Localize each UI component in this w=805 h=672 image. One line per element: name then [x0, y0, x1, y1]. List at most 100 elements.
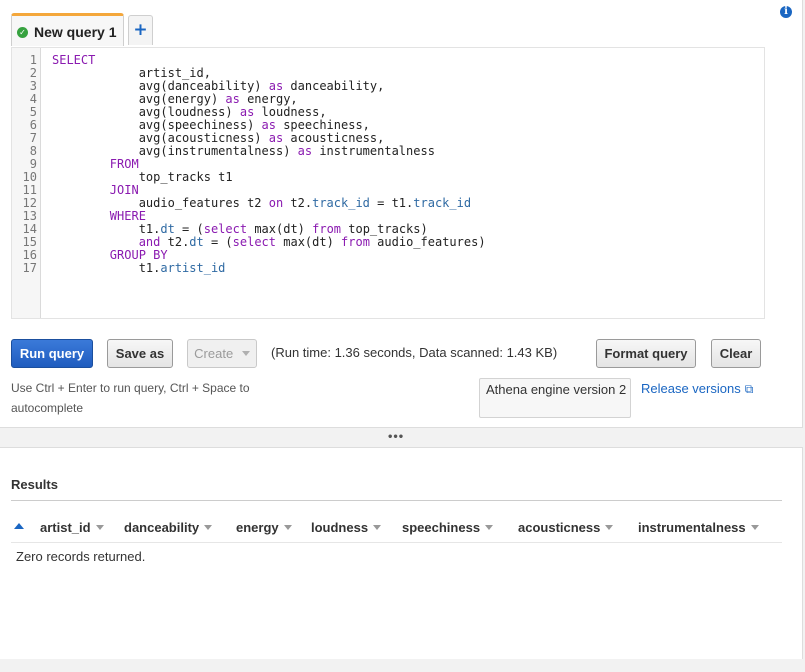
column-header-acousticness[interactable]: acousticness — [518, 520, 614, 535]
sql-text: speechiness, — [275, 118, 370, 132]
column-header-danceability[interactable]: danceability — [124, 520, 213, 535]
sql-text: avg(speechiness) — [52, 118, 262, 132]
save-as-button[interactable]: Save as — [107, 339, 173, 368]
clear-button[interactable]: Clear — [711, 339, 761, 368]
column-header-speechiness[interactable]: speechiness — [402, 520, 494, 535]
sql-text: avg(danceability) — [52, 79, 269, 93]
sql-text: top_tracks t1 — [52, 170, 233, 184]
sql-text: t2. — [283, 196, 313, 210]
sql-keyword: on — [268, 196, 284, 210]
sql-text: avg(loudness) — [52, 105, 240, 119]
query-editor-panel: i ✓ New query 1 + 1 2 3 4 5 6 7 8 9 10 11 12 13 14 15 1… — [0, 0, 803, 428]
sql-text: audio_features) — [369, 235, 486, 249]
sql-keyword: from — [341, 235, 370, 249]
chevron-down-icon — [750, 525, 759, 530]
header-divider — [11, 542, 782, 543]
chevron-down-icon — [241, 351, 250, 356]
sql-keyword: and — [138, 235, 161, 249]
sql-identifier: dt — [189, 235, 204, 249]
sql-identifier: track_id — [413, 196, 472, 210]
sql-text: = t1. — [369, 196, 414, 210]
chevron-down-icon — [485, 525, 494, 530]
run-query-button[interactable]: Run query — [11, 339, 93, 368]
sql-keyword: from — [312, 222, 342, 236]
column-label: loudness — [311, 520, 369, 535]
sql-text: max(dt) — [276, 235, 342, 249]
format-query-button[interactable]: Format query — [596, 339, 696, 368]
chevron-down-icon — [373, 525, 382, 530]
tab-label: New query 1 — [34, 24, 117, 40]
line-number: 17 — [22, 261, 37, 275]
external-link-icon: ⧉ — [744, 382, 754, 396]
sql-text: avg(instrumentalness) — [52, 144, 298, 158]
sql-text: danceability, — [283, 79, 385, 93]
run-stats: (Run time: 1.36 seconds, Data scanned: 1… — [271, 345, 558, 360]
sql-text: t1. — [52, 261, 161, 275]
column-label: danceability — [124, 520, 200, 535]
sql-keyword: as — [268, 131, 284, 145]
keyboard-hint: Use Ctrl + Enter to run query, Ctrl + Sp… — [11, 381, 250, 415]
column-label: instrumentalness — [638, 520, 746, 535]
column-header-energy[interactable]: energy — [236, 520, 292, 535]
sql-keyword: as — [225, 92, 240, 106]
release-versions-label: Release versions — [641, 381, 741, 396]
sql-text: = ( — [203, 235, 233, 249]
sql-text: artist_id, — [52, 66, 211, 80]
resize-handle[interactable]: ••• — [387, 432, 404, 443]
chevron-down-icon — [204, 525, 213, 530]
sql-editor[interactable]: 1 2 3 4 5 6 7 8 9 10 11 12 13 14 15 16 17 SELECT artist_… — [11, 47, 765, 319]
column-label: acousticness — [518, 520, 601, 535]
check-circle-icon: ✓ — [17, 27, 28, 38]
sql-keyword: select — [232, 235, 277, 249]
sql-text: t2. — [160, 235, 190, 249]
engine-version-badge: Athena engine version 2 — [479, 378, 631, 418]
sql-text: energy, — [239, 92, 298, 106]
code-line: t1.artist_id — [52, 261, 226, 275]
info-icon[interactable]: i — [780, 6, 792, 18]
sql-text: instrumentalness — [312, 144, 435, 158]
sql-keyword: FROM — [109, 157, 139, 171]
add-tab-button[interactable]: + — [128, 15, 153, 45]
sql-keyword: as — [261, 118, 276, 132]
column-header-artist-id[interactable]: artist_id — [40, 520, 104, 535]
sql-identifier: track_id — [312, 196, 370, 210]
sql-keyword: as — [239, 105, 255, 119]
chevron-down-icon — [95, 525, 104, 530]
sql-text: acousticness, — [283, 131, 385, 145]
column-header-loudness[interactable]: loudness — [311, 520, 382, 535]
release-versions-link[interactable]: Release versions ⧉ — [641, 381, 753, 397]
sql-text: avg(acousticness) — [52, 131, 269, 145]
sql-keyword: GROUP BY — [109, 248, 168, 262]
column-label: energy — [236, 520, 279, 535]
results-panel: Results artist_id danceability energy lo… — [0, 447, 803, 659]
sql-keyword: as — [297, 144, 313, 158]
results-title: Results — [11, 477, 58, 492]
sql-text: avg(energy) — [52, 92, 226, 106]
create-dropdown-button[interactable]: Create — [187, 339, 257, 368]
sql-text: = ( — [174, 222, 204, 236]
column-label: artist_id — [40, 520, 91, 535]
empty-results-message: Zero records returned. — [16, 549, 146, 564]
sql-text: t1. — [52, 222, 161, 236]
tab-new-query-1[interactable]: ✓ New query 1 — [11, 13, 124, 46]
sql-text: audio_features t2 — [52, 196, 269, 210]
sql-text: max(dt) — [247, 222, 313, 236]
chevron-down-icon — [283, 525, 292, 530]
line-number-gutter: 1 2 3 4 5 6 7 8 9 10 11 12 13 14 15 16 17 — [12, 48, 41, 318]
create-label: Create — [194, 346, 234, 361]
sql-identifier: dt — [160, 222, 175, 236]
sql-text: loudness, — [254, 105, 327, 119]
sql-keyword: as — [268, 79, 284, 93]
sql-keyword: WHERE — [109, 209, 146, 223]
results-divider — [11, 500, 782, 501]
sql-text: top_tracks) — [341, 222, 428, 236]
sql-keyword: select — [203, 222, 248, 236]
sql-keyword: SELECT — [52, 53, 96, 67]
column-header-instrumentalness[interactable]: instrumentalness — [638, 520, 759, 535]
sort-ascending-icon[interactable] — [14, 523, 24, 529]
column-label: speechiness — [402, 520, 481, 535]
